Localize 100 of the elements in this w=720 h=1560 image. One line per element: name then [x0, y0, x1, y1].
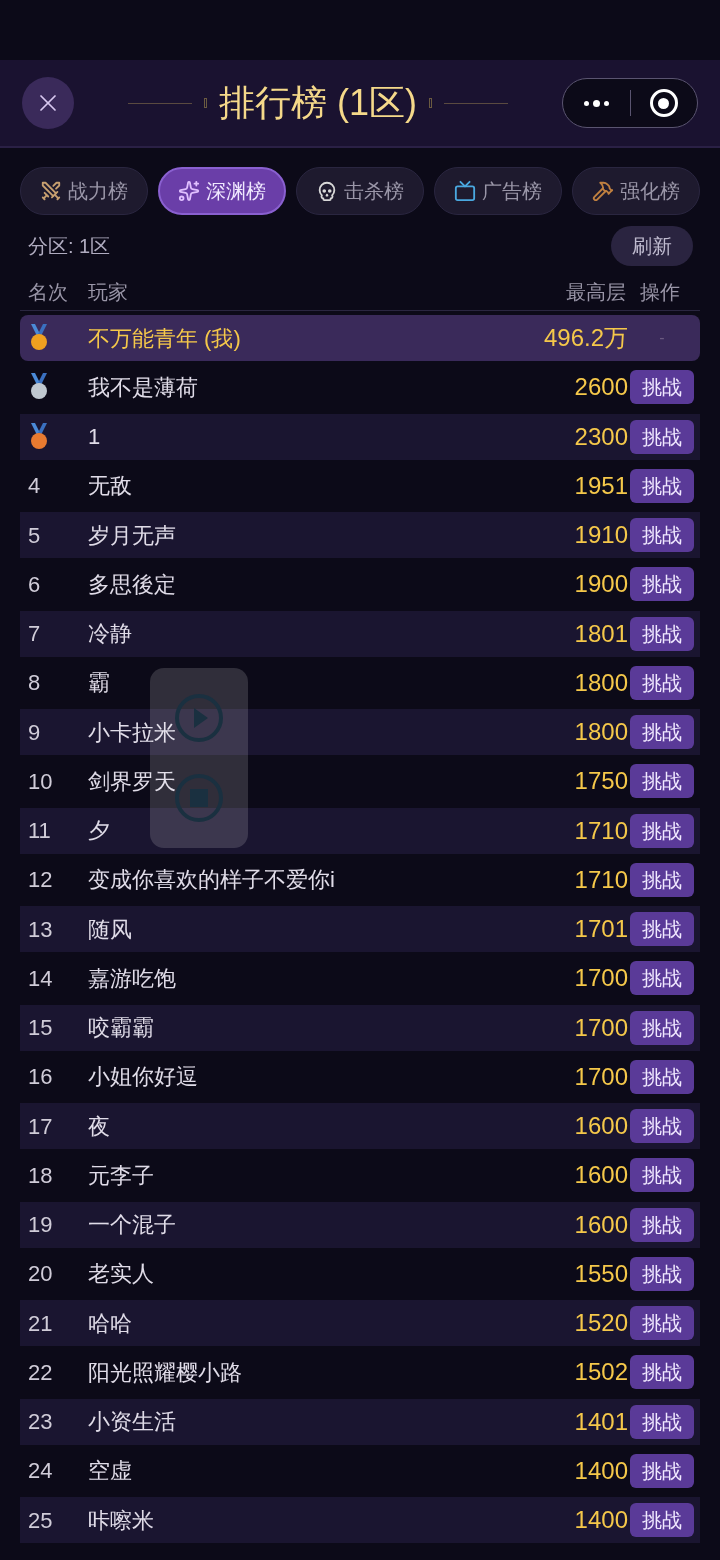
- challenge-button[interactable]: 挑战: [630, 370, 694, 405]
- tab[interactable]: 深渊榜: [158, 167, 286, 215]
- score: 1700: [574, 963, 628, 994]
- rank-number: 24: [28, 1457, 53, 1486]
- score: 1401: [574, 1406, 628, 1437]
- tab[interactable]: 广告榜: [434, 167, 562, 215]
- rank-number: 8: [28, 669, 41, 698]
- rank-number: 12: [28, 866, 53, 895]
- no-action-dash: -: [659, 328, 665, 348]
- player-name: 阳光照耀樱小路: [88, 1358, 242, 1387]
- score: 1520: [574, 1308, 628, 1338]
- challenge-button[interactable]: 挑战: [630, 1109, 694, 1143]
- tab[interactable]: 强化榜: [572, 167, 700, 215]
- player-name: 小姐你好逗: [88, 1063, 198, 1092]
- score: 1701: [574, 914, 628, 944]
- challenge-button[interactable]: 挑战: [630, 1306, 694, 1340]
- player-name: 老实人: [88, 1260, 154, 1289]
- player-name: 不万能青年 (我): [88, 324, 241, 353]
- challenge-button[interactable]: 挑战: [630, 715, 694, 749]
- player-name: 夕: [88, 817, 110, 845]
- player-name: 嘉游吃饱: [88, 964, 176, 993]
- challenge-button[interactable]: 挑战: [630, 813, 694, 848]
- rank-number: 10: [28, 767, 53, 796]
- challenge-button[interactable]: 挑战: [630, 468, 694, 503]
- score: 1910: [574, 520, 628, 550]
- challenge-button[interactable]: 挑战: [630, 1207, 694, 1242]
- rank-number: 22: [28, 1358, 53, 1387]
- challenge-button[interactable]: 挑战: [630, 665, 694, 700]
- challenge-button[interactable]: 挑战: [630, 1059, 694, 1094]
- rank-number: 7: [28, 620, 41, 648]
- swords-icon: [40, 180, 62, 202]
- rank-number: 16: [28, 1063, 53, 1092]
- challenge-button[interactable]: 挑战: [630, 616, 694, 651]
- score: 1502: [574, 1357, 628, 1388]
- score: 1750: [574, 766, 628, 797]
- rank-number: 9: [28, 718, 41, 747]
- rank-number: 23: [28, 1408, 53, 1436]
- score: 1600: [574, 1209, 628, 1240]
- player-name: 咬霸霸: [88, 1014, 154, 1042]
- challenge-button[interactable]: 挑战: [630, 567, 694, 602]
- challenge-button[interactable]: 挑战: [630, 961, 694, 996]
- rank-number: 15: [28, 1014, 53, 1042]
- player-name: 咔嚓米: [88, 1506, 154, 1535]
- challenge-button[interactable]: 挑战: [630, 1158, 694, 1193]
- challenge-button[interactable]: 挑战: [630, 1453, 694, 1488]
- player-name: 小资生活: [88, 1408, 176, 1436]
- challenge-button[interactable]: 挑战: [630, 862, 694, 897]
- player-name: 一个混子: [88, 1211, 176, 1239]
- score: 1550: [574, 1258, 628, 1289]
- player-name: 冷静: [88, 620, 132, 648]
- column-header: 最高层: [566, 279, 626, 305]
- challenge-button[interactable]: 挑战: [630, 419, 694, 454]
- player-name: 空虚: [88, 1457, 132, 1486]
- score: 1700: [574, 1012, 628, 1043]
- player-name: 霸: [88, 669, 110, 698]
- challenge-button[interactable]: 挑战: [630, 518, 694, 552]
- rank-number: 25: [28, 1506, 53, 1535]
- hammer-icon: [592, 180, 614, 202]
- rank-number: 11: [28, 817, 51, 845]
- rank-number: 6: [28, 570, 41, 599]
- player-name: 剑界罗天: [88, 767, 176, 796]
- score: 1600: [574, 1111, 628, 1141]
- close-button[interactable]: [22, 77, 74, 129]
- challenge-button[interactable]: 挑战: [630, 1404, 694, 1439]
- score: 2600: [574, 372, 628, 403]
- skull-icon: [316, 180, 338, 202]
- sparkles-icon: [178, 180, 200, 202]
- challenge-button[interactable]: 挑战: [630, 1256, 694, 1291]
- column-header: 名次: [27, 279, 69, 305]
- score: 1700: [574, 1061, 628, 1092]
- score: 1800: [574, 717, 628, 747]
- score: 1801: [574, 618, 628, 649]
- challenge-button[interactable]: 挑战: [630, 764, 694, 799]
- tab[interactable]: 战力榜: [20, 167, 148, 215]
- column-header: 操作: [640, 279, 680, 305]
- rank-number: 20: [28, 1260, 53, 1289]
- tab[interactable]: 击杀榜: [296, 167, 424, 215]
- player-name: 无敌: [88, 472, 132, 501]
- refresh-button[interactable]: 刷新: [611, 226, 693, 266]
- challenge-button[interactable]: 挑战: [630, 1503, 694, 1537]
- column-header: 玩家: [88, 279, 129, 305]
- rank-number: 19: [28, 1211, 53, 1239]
- rank-number: 5: [28, 521, 41, 550]
- player-name: 我不是薄荷: [88, 373, 198, 402]
- player-name: 夜: [88, 1112, 110, 1141]
- rank-number: 13: [28, 915, 53, 944]
- zone-label: 分区: 1区: [28, 234, 111, 259]
- player-name: 小卡拉米: [88, 718, 176, 747]
- player-name: 元李子: [88, 1161, 154, 1190]
- challenge-button[interactable]: 挑战: [630, 1355, 694, 1390]
- challenge-button[interactable]: 挑战: [630, 912, 694, 946]
- player-name: 岁月无声: [88, 521, 176, 550]
- player-name: 哈哈: [88, 1309, 132, 1338]
- player-name: 多思後定: [88, 570, 176, 599]
- score: 1951: [574, 470, 628, 501]
- challenge-button[interactable]: 挑战: [630, 1010, 694, 1045]
- score: 1710: [574, 815, 628, 846]
- score: 1400: [574, 1455, 628, 1486]
- score: 1900: [574, 569, 628, 600]
- rank-number: 21: [28, 1309, 53, 1338]
